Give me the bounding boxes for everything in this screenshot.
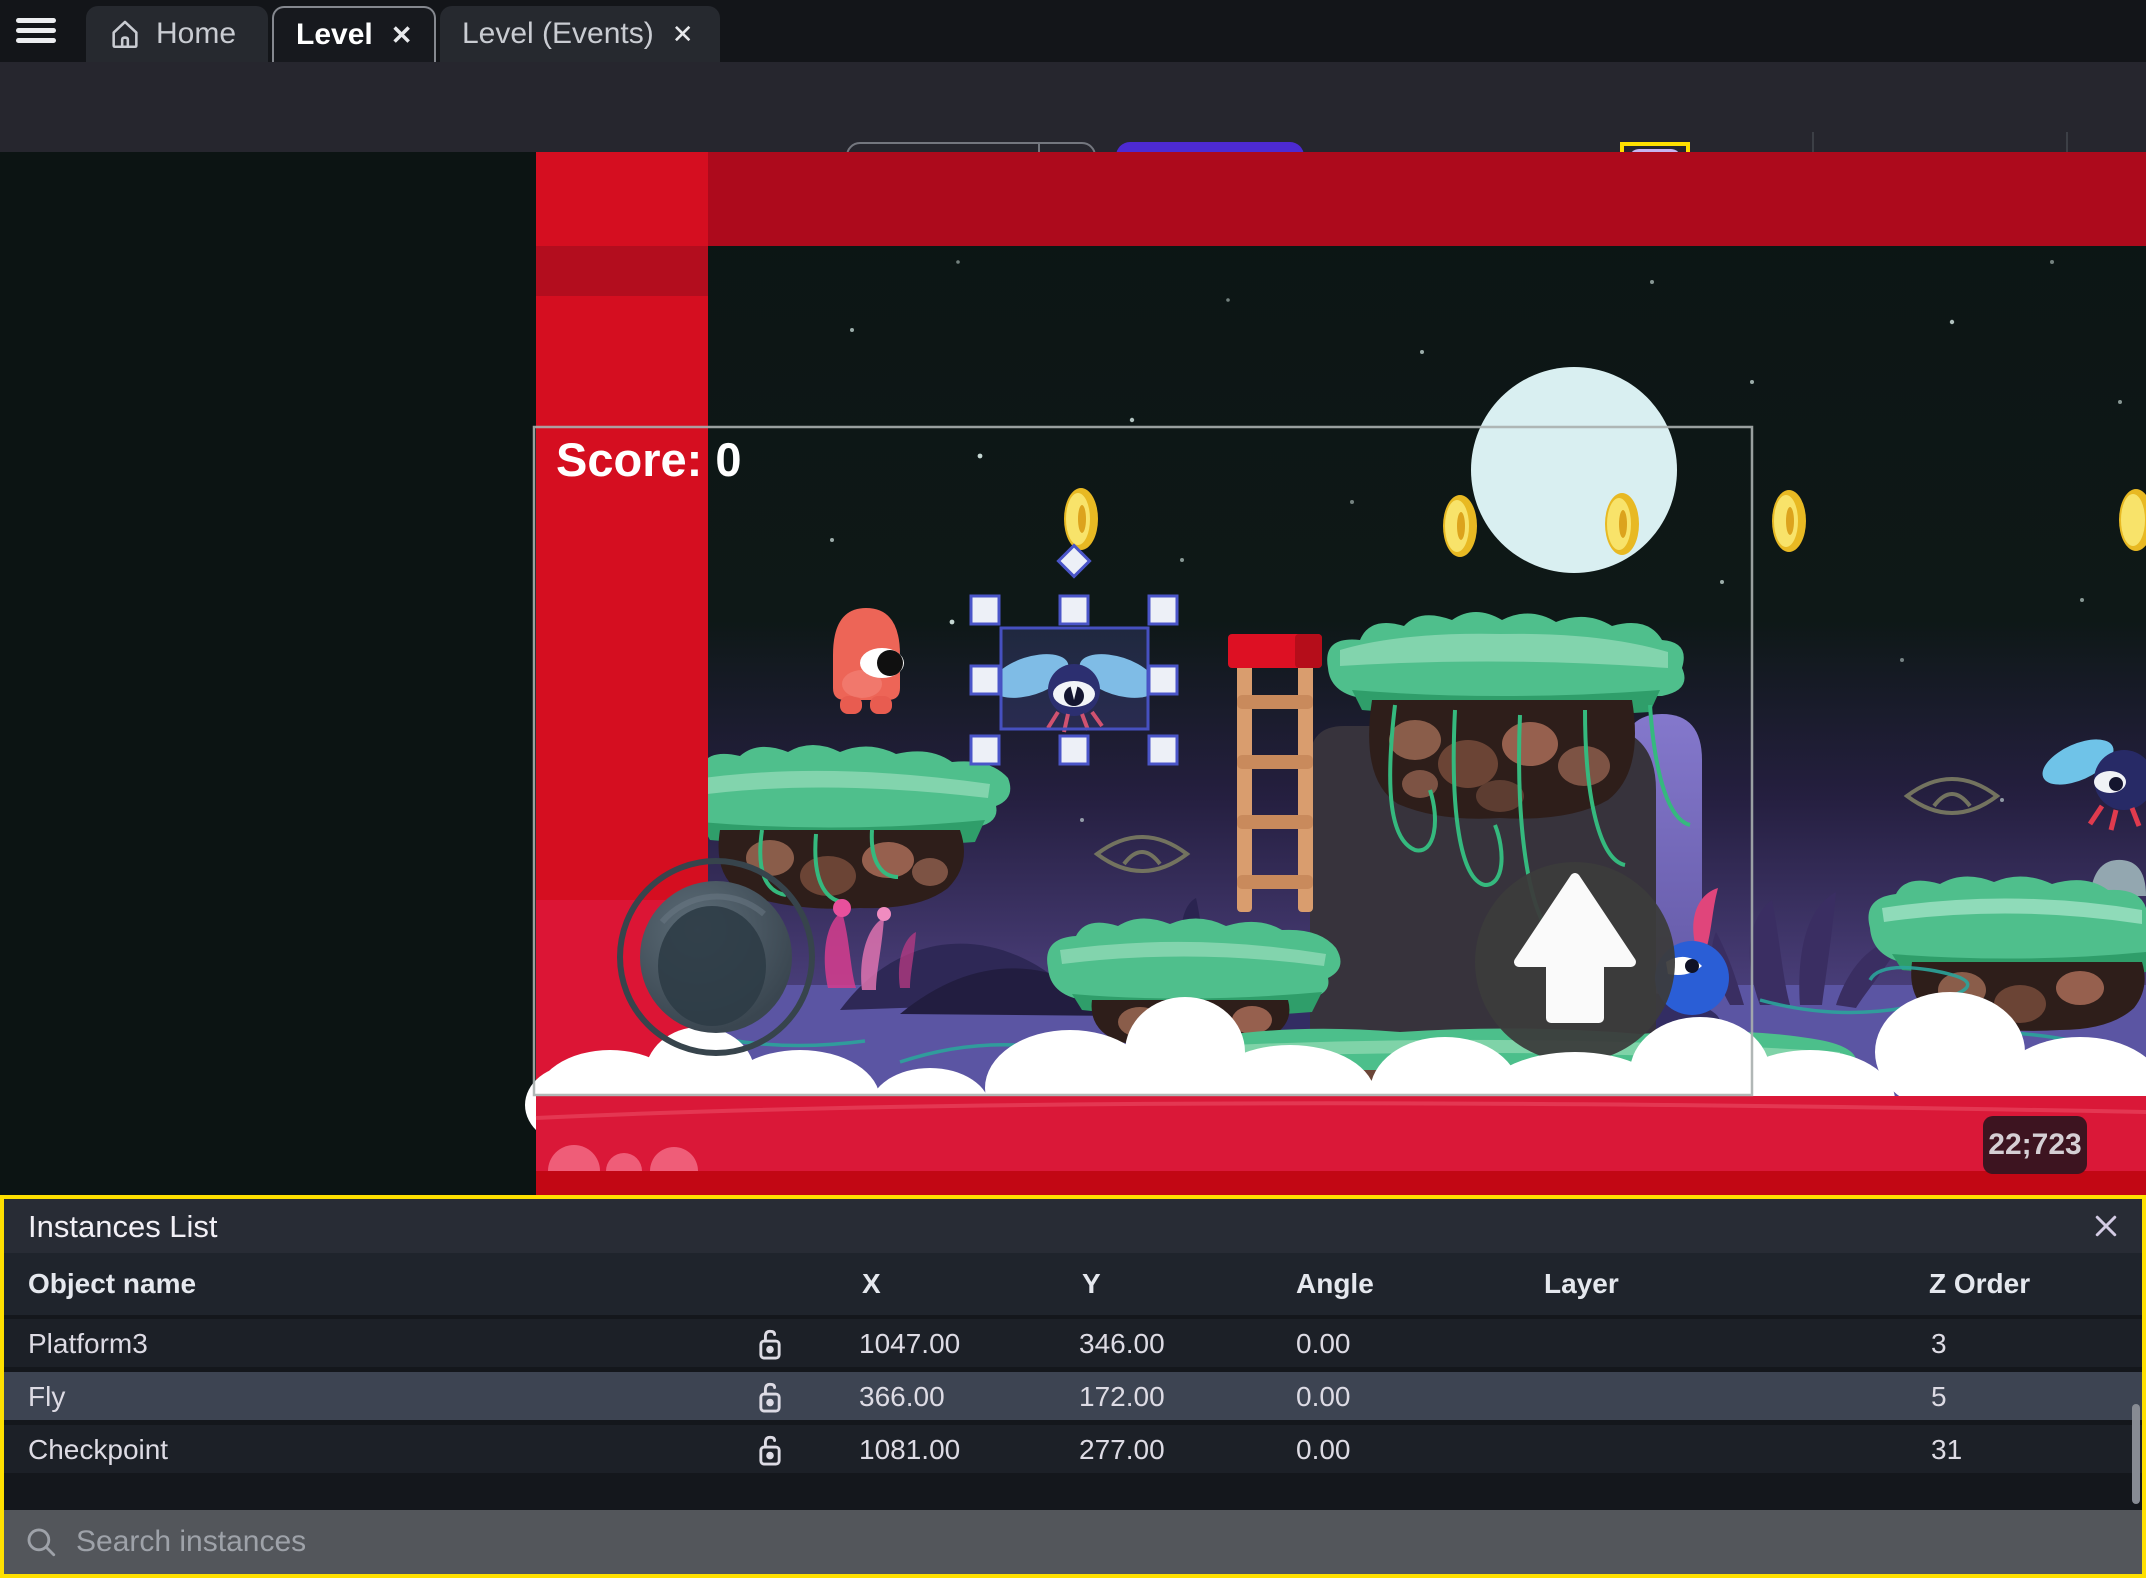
column-header-z-order[interactable]: Z Order xyxy=(1929,1268,2030,1300)
coin xyxy=(1605,493,1639,555)
tab-home[interactable]: Home xyxy=(86,6,268,62)
cell-object-name: Fly xyxy=(28,1381,66,1412)
resize-handle xyxy=(969,664,1001,696)
resize-handle xyxy=(1058,734,1090,766)
top-red-band[interactable] xyxy=(708,152,2146,246)
toolbar: Preview Publish xyxy=(0,62,2146,206)
resize-handle xyxy=(969,594,1001,626)
cell-y[interactable]: 172.00 xyxy=(1079,1381,1165,1413)
cell-x[interactable]: 1081.00 xyxy=(859,1434,960,1466)
column-header-y[interactable]: Y xyxy=(1082,1268,1101,1300)
menu-icon[interactable] xyxy=(16,13,62,49)
lock-icon[interactable] xyxy=(754,1434,788,1468)
cell-angle[interactable]: 0.00 xyxy=(1296,1434,1351,1466)
table-header: Object name X Y Angle Layer Z Order xyxy=(4,1253,2142,1315)
table-row-platform3[interactable]: Platform3 1047.00 346.00 0.00 3 xyxy=(4,1319,2142,1367)
close-icon xyxy=(2095,1215,2117,1237)
resize-handle xyxy=(1147,594,1179,626)
coin xyxy=(1443,495,1477,557)
cell-z-order[interactable]: 31 xyxy=(1931,1434,1962,1466)
moon[interactable] xyxy=(1471,367,1677,573)
instances-list-panel: Instances List Object name X Y Angle Lay… xyxy=(0,1195,2146,1578)
search-input[interactable] xyxy=(76,1525,2142,1559)
close-panel-button[interactable] xyxy=(2088,1208,2124,1244)
tab-level[interactable]: Level ✕ xyxy=(272,6,436,62)
tab-level-events[interactable]: Level (Events) ✕ xyxy=(440,6,720,62)
scene-editor-canvas[interactable]: Score: 0 xyxy=(0,152,2146,1195)
joystick-control[interactable] xyxy=(617,858,815,1056)
resize-handle xyxy=(969,734,1001,766)
tab-label: Home xyxy=(156,17,237,50)
cell-angle[interactable]: 0.00 xyxy=(1296,1381,1351,1413)
panel-title-bar: Instances List xyxy=(4,1199,2142,1253)
table-row-fly[interactable]: Fly 366.00 172.00 0.00 5 xyxy=(4,1372,2142,1420)
coin xyxy=(1772,490,1806,552)
column-header-object-name[interactable]: Object name xyxy=(28,1268,196,1300)
lock-icon[interactable] xyxy=(754,1328,788,1362)
cell-x[interactable]: 366.00 xyxy=(859,1381,945,1413)
column-header-layer[interactable]: Layer xyxy=(1544,1268,1619,1300)
cell-x[interactable]: 1047.00 xyxy=(859,1328,960,1360)
cell-y[interactable]: 346.00 xyxy=(1079,1328,1165,1360)
cell-object-name: Checkpoint xyxy=(28,1434,169,1465)
coin xyxy=(1064,488,1098,550)
close-icon[interactable]: ✕ xyxy=(668,17,698,52)
score-text: Score: 0 xyxy=(556,433,741,486)
resize-handle xyxy=(1147,734,1179,766)
canvas-left-margin xyxy=(0,152,536,1195)
editor-window: Home Level ✕ Level (Events) ✕ Score: 0 2… xyxy=(0,0,2146,1578)
tab-bar: Home Level ✕ Level (Events) ✕ xyxy=(0,0,2146,62)
scene-svg[interactable]: Score: 0 xyxy=(0,152,2146,1195)
player-character[interactable] xyxy=(833,608,904,714)
resize-handle xyxy=(1058,594,1090,626)
resize-handle xyxy=(1147,664,1179,696)
cursor-position-badge: 22;723 xyxy=(1983,1116,2087,1174)
cell-y[interactable]: 277.00 xyxy=(1079,1434,1165,1466)
tab-label: Level xyxy=(296,18,373,51)
cell-z-order[interactable]: 3 xyxy=(1931,1328,1947,1360)
bottom-ground xyxy=(535,1096,2146,1195)
cell-z-order[interactable]: 5 xyxy=(1931,1381,1947,1413)
panel-scrollbar[interactable] xyxy=(2132,1404,2140,1504)
jump-button[interactable] xyxy=(1475,862,1675,1062)
search-bar xyxy=(4,1510,2142,1574)
lock-icon[interactable] xyxy=(754,1381,788,1415)
cell-object-name: Platform3 xyxy=(28,1328,148,1359)
table-row-checkpoint[interactable]: Checkpoint 1081.00 277.00 0.00 31 xyxy=(4,1425,2142,1473)
tab-label: Level (Events) xyxy=(462,17,654,50)
cell-angle[interactable]: 0.00 xyxy=(1296,1328,1351,1360)
column-header-x[interactable]: X xyxy=(862,1268,881,1300)
panel-title: Instances List xyxy=(28,1209,218,1244)
search-icon xyxy=(27,1528,56,1557)
home-icon xyxy=(108,17,142,51)
fly-selected-instance[interactable] xyxy=(986,626,1162,733)
column-header-angle[interactable]: Angle xyxy=(1296,1268,1374,1300)
close-icon[interactable]: ✕ xyxy=(387,18,417,53)
